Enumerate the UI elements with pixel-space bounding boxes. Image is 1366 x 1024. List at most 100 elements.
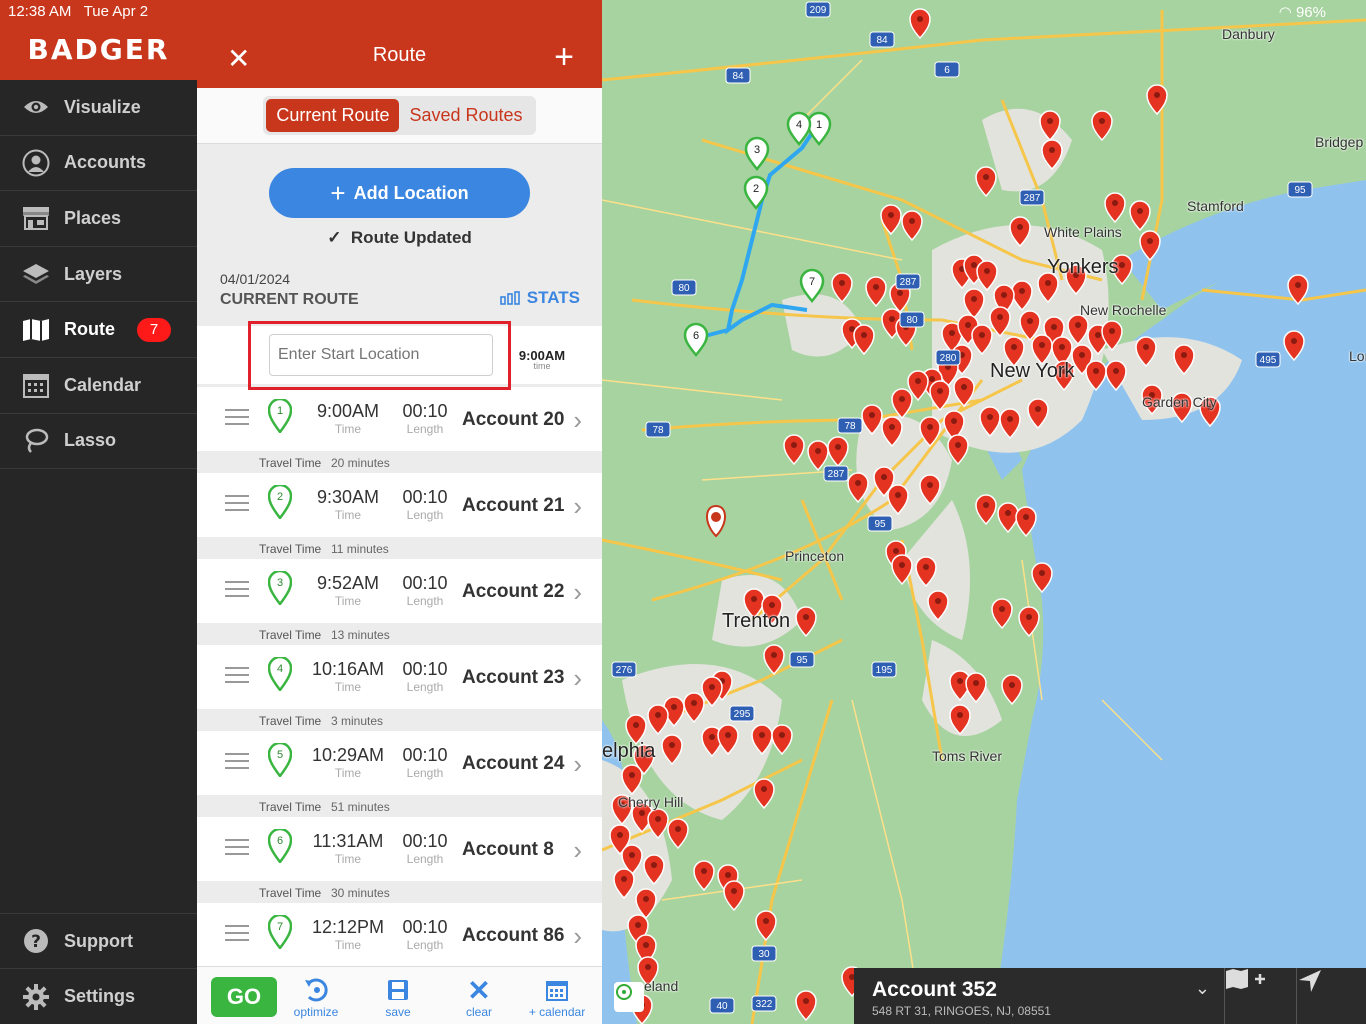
stop-length[interactable]: 00:10 Length	[397, 917, 453, 952]
account-map-pin[interactable]	[1001, 674, 1023, 706]
go-button[interactable]: GO	[211, 977, 277, 1017]
map-city-label: Long	[1349, 348, 1366, 364]
sidebar-item-lasso[interactable]: Lasso	[0, 414, 197, 470]
sidebar-item-calendar[interactable]: Calendar	[0, 358, 197, 414]
svg-text:84: 84	[876, 35, 888, 46]
account-map-pin[interactable]	[1129, 200, 1151, 232]
route-stop-row[interactable]: 1 9:00AM Time 00:10 Length Account 20 ›	[197, 387, 602, 451]
add-location-button[interactable]: + Add Location	[269, 168, 530, 218]
drag-handle-icon[interactable]	[225, 753, 249, 774]
sidebar-item-accounts[interactable]: Accounts	[0, 136, 197, 192]
account-map-pin[interactable]	[795, 990, 817, 1022]
account-map-pin[interactable]	[901, 210, 923, 242]
account-map-pin[interactable]	[1104, 192, 1126, 224]
add-to-calendar-button[interactable]: + calendar	[522, 975, 592, 1019]
stop-time[interactable]: 10:29AM Time	[309, 745, 387, 780]
drag-handle-icon[interactable]	[225, 581, 249, 602]
svg-text:287: 287	[900, 277, 917, 288]
sidebar-item-layers[interactable]: Layers	[0, 247, 197, 303]
plus-icon[interactable]: +	[554, 38, 574, 77]
locate-icon[interactable]	[614, 982, 644, 1012]
add-to-map-button[interactable]	[1224, 968, 1296, 1024]
svg-text:276: 276	[616, 665, 633, 676]
account-map-pin[interactable]	[755, 910, 777, 942]
account-map-pin[interactable]	[1018, 606, 1040, 638]
account-map-pin[interactable]	[827, 436, 849, 468]
route-stop-row[interactable]: 2 9:30AM Time 00:10 Length Account 21 ›	[197, 473, 602, 537]
stop-length[interactable]: 00:10 Length	[397, 401, 453, 436]
account-map-pin[interactable]	[783, 434, 805, 466]
route-map-pin[interactable]: 3	[744, 136, 770, 171]
sidebar-item-route[interactable]: Route 7	[0, 302, 197, 358]
drag-handle-icon[interactable]	[225, 925, 249, 946]
route-stop-row[interactable]: 3 9:52AM Time 00:10 Length Account 22 ›	[197, 559, 602, 623]
svg-text:287: 287	[1024, 193, 1041, 204]
drag-handle-icon[interactable]	[225, 409, 249, 430]
drag-handle-icon[interactable]	[225, 667, 249, 688]
route-stop-row[interactable]: 5 10:29AM Time 00:10 Length Account 24 ›	[197, 731, 602, 795]
drag-handle-icon[interactable]	[225, 495, 249, 516]
account-map-pin[interactable]	[753, 778, 775, 810]
clear-button[interactable]: ✕ clear	[444, 975, 514, 1020]
optimize-button[interactable]: optimize	[281, 975, 351, 1019]
account-map-pin[interactable]	[667, 818, 689, 850]
stop-length[interactable]: 00:10 Length	[397, 487, 453, 522]
selected-pin[interactable]	[706, 504, 726, 538]
account-map-pin[interactable]	[831, 272, 853, 304]
account-map-pin[interactable]	[975, 166, 997, 198]
chevron-right-icon[interactable]: ›	[573, 491, 582, 522]
chevron-right-icon[interactable]: ›	[573, 835, 582, 866]
account-map-pin[interactable]	[807, 440, 829, 472]
chevron-right-icon[interactable]: ›	[573, 663, 582, 694]
account-map-pin[interactable]	[1146, 84, 1168, 116]
account-map-pin[interactable]	[771, 724, 793, 756]
account-map-pin[interactable]	[723, 880, 745, 912]
stop-length[interactable]: 00:10 Length	[397, 659, 453, 694]
stop-time[interactable]: 9:30AM Time	[309, 487, 387, 522]
sidebar-item-settings[interactable]: Settings	[0, 968, 197, 1024]
stop-length[interactable]: 00:10 Length	[397, 573, 453, 608]
account-map-pin[interactable]	[795, 606, 817, 638]
account-map-pin[interactable]	[853, 324, 875, 356]
map-view[interactable]: 123467 209848468428795802878028049578782…	[602, 0, 1366, 1024]
stop-time[interactable]: 9:00AM Time	[309, 401, 387, 436]
account-map-pin[interactable]	[975, 494, 997, 526]
stop-time[interactable]: 9:52AM Time	[309, 573, 387, 608]
account-map-pin[interactable]	[991, 598, 1013, 630]
account-map-pin[interactable]	[693, 860, 715, 892]
sidebar-item-places[interactable]: Places	[0, 191, 197, 247]
store-icon	[20, 204, 52, 232]
chevron-down-icon[interactable]: ⌄	[1195, 978, 1210, 999]
account-map-pin[interactable]	[909, 8, 931, 40]
chevron-right-icon[interactable]: ›	[573, 749, 582, 780]
stop-length[interactable]: 00:10 Length	[397, 745, 453, 780]
save-button[interactable]: save	[363, 975, 433, 1019]
chevron-right-icon[interactable]: ›	[573, 405, 582, 436]
drag-handle-icon[interactable]	[225, 839, 249, 860]
route-stop-row[interactable]: 4 10:16AM Time 00:10 Length Account 23 ›	[197, 645, 602, 709]
route-stop-row[interactable]: 6 11:31AM Time 00:10 Length Account 8 ›	[197, 817, 602, 881]
sidebar: BADGER Visualize Accounts Places Layers …	[0, 0, 197, 1024]
account-map-pin[interactable]	[997, 502, 1019, 534]
tab-saved-routes[interactable]: Saved Routes	[399, 99, 532, 132]
tab-current-route[interactable]: Current Route	[266, 99, 400, 132]
account-map-pin[interactable]	[1091, 110, 1113, 142]
route-stop-pin-icon: 2	[268, 485, 292, 519]
start-time[interactable]: 9:00AM time	[517, 348, 567, 371]
route-map-pin[interactable]: 1	[806, 111, 832, 146]
stop-time[interactable]: 11:31AM Time	[309, 831, 387, 866]
stop-time[interactable]: 10:16AM Time	[309, 659, 387, 694]
route-map-pin[interactable]: 2	[743, 175, 769, 210]
stats-button[interactable]: STATS	[499, 288, 580, 308]
stop-length[interactable]: 00:10 Length	[397, 831, 453, 866]
route-map-pin[interactable]: 6	[683, 322, 709, 357]
stop-time[interactable]: 12:12PM Time	[309, 917, 387, 952]
account-map-pin[interactable]	[865, 276, 887, 308]
chevron-right-icon[interactable]: ›	[573, 577, 582, 608]
sidebar-item-visualize[interactable]: Visualize	[0, 80, 197, 136]
sidebar-item-support[interactable]: ? Support	[0, 912, 197, 969]
route-stop-row[interactable]: 7 12:12PM Time 00:10 Length Account 86 ›	[197, 903, 602, 967]
selected-account-bar[interactable]: Account 352 548 RT 31, RINGOES, NJ, 0855…	[854, 968, 1224, 1024]
navigate-button[interactable]	[1296, 968, 1366, 1024]
chevron-right-icon[interactable]: ›	[573, 921, 582, 952]
